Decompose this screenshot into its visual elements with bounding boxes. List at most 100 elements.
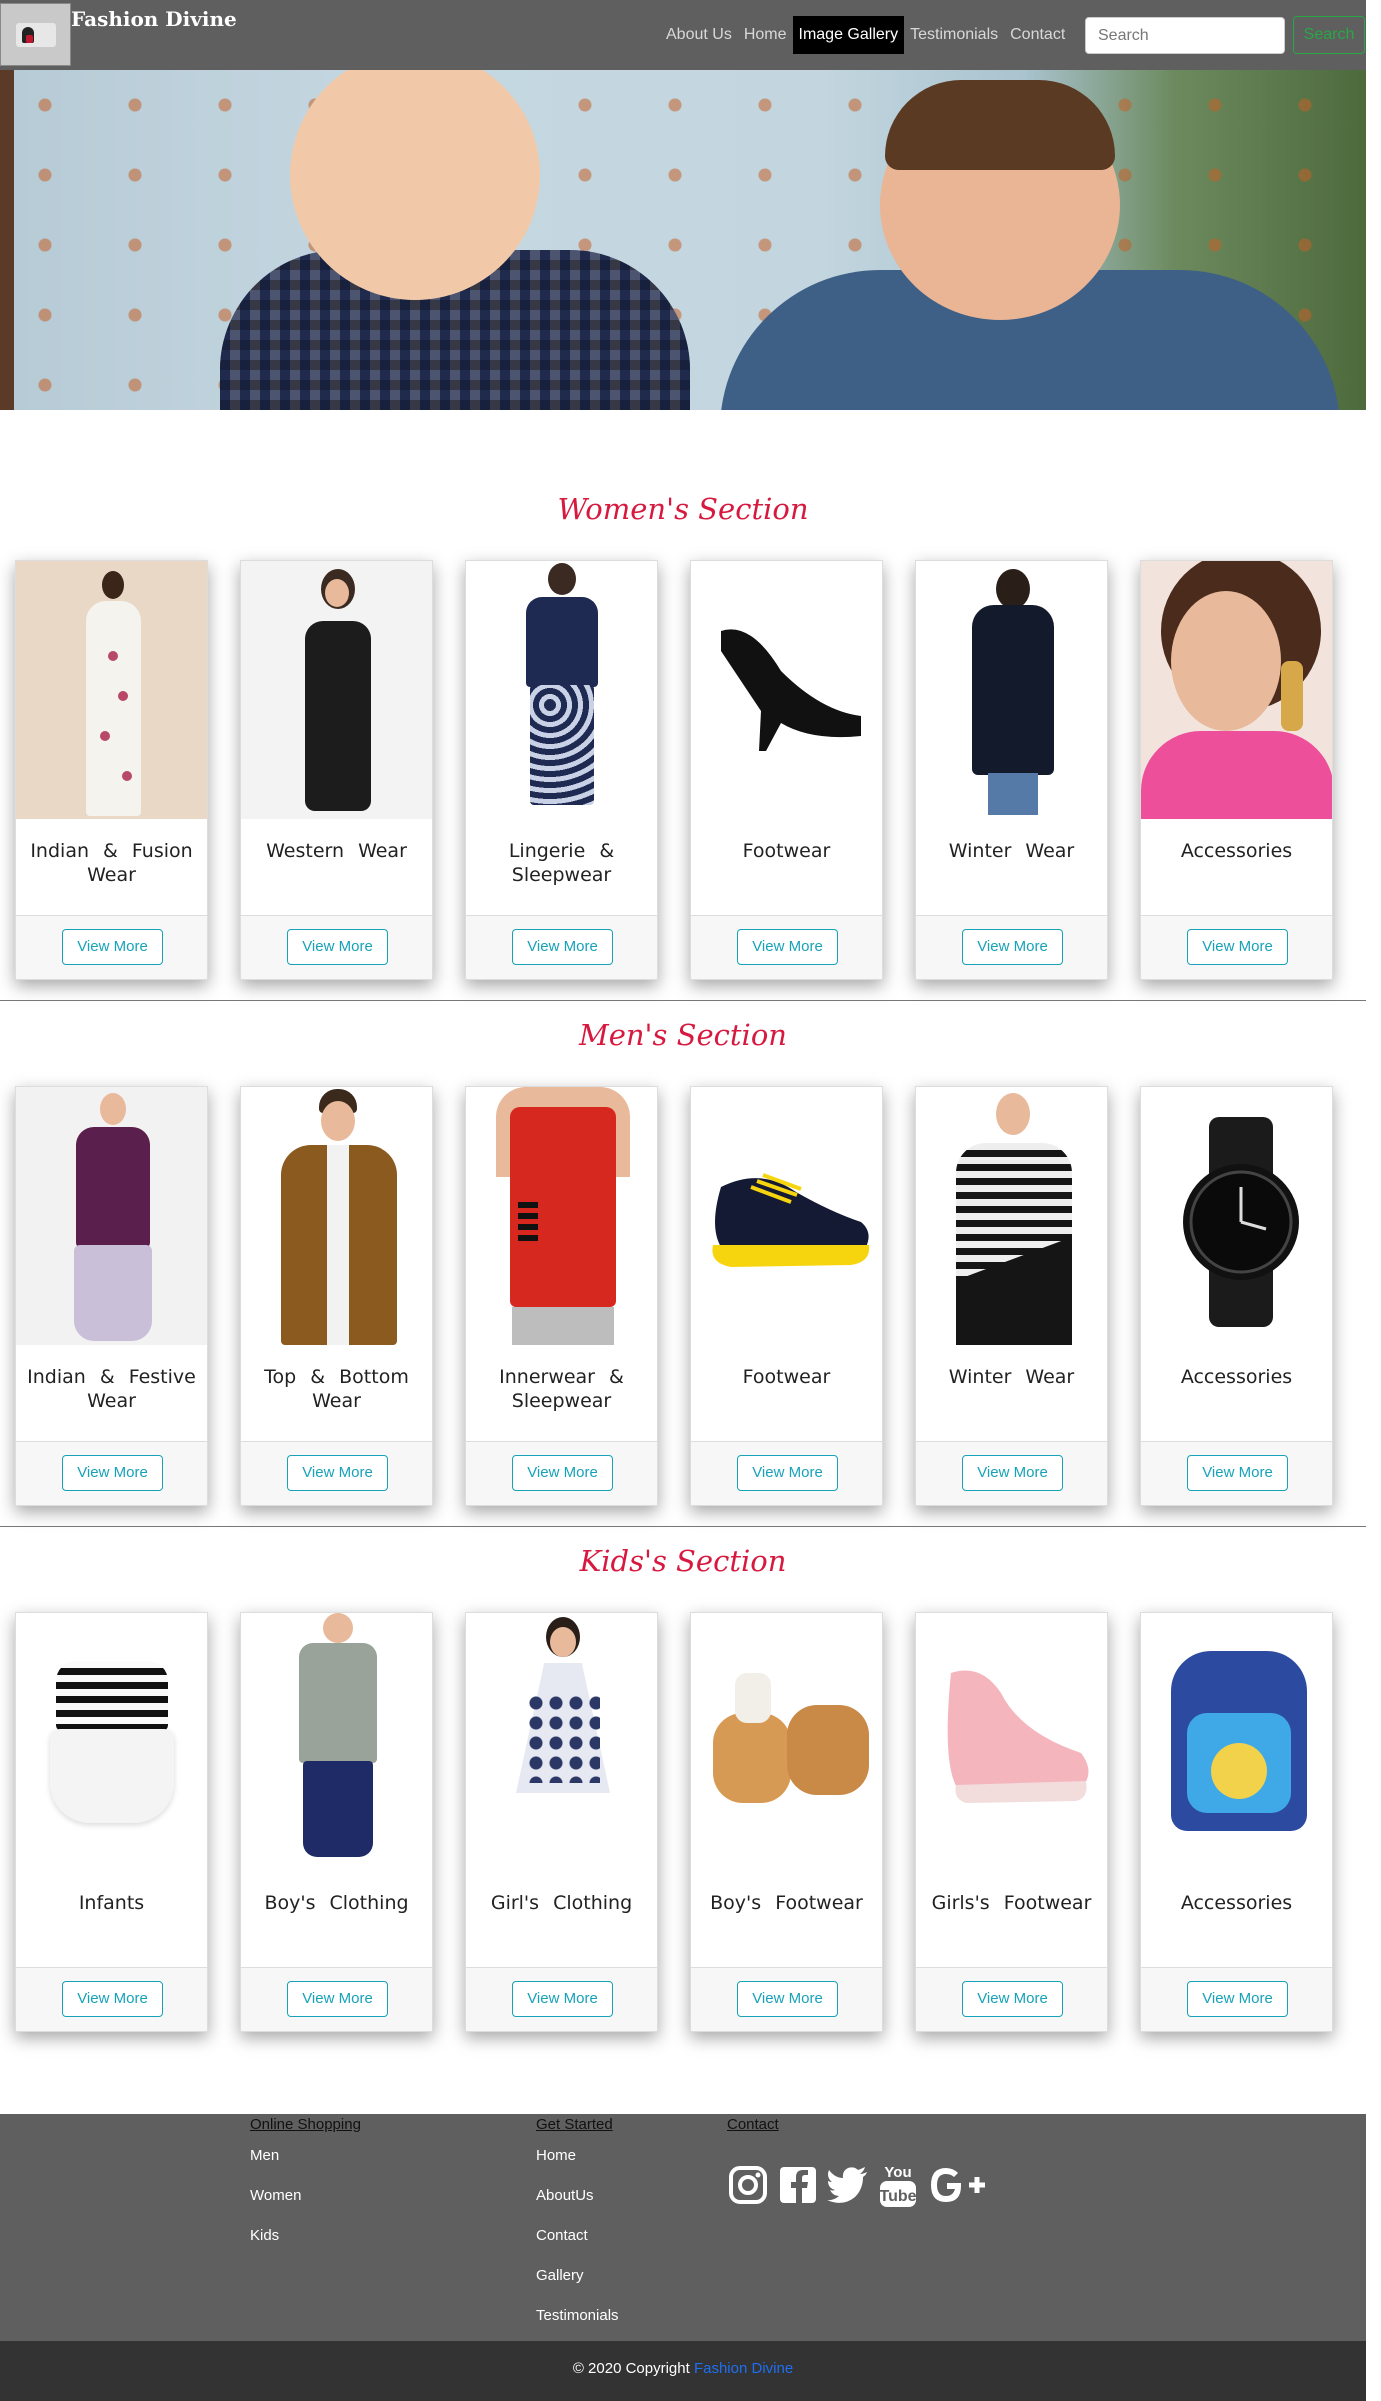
brand-name[interactable]: Fashion Divine [71,7,237,31]
footer-link-gallery[interactable]: Gallery [536,2256,619,2296]
product-image[interactable] [241,1613,432,1871]
view-more-button[interactable]: View More [62,1455,163,1491]
brand-logo[interactable] [0,3,71,66]
hero-baby-left [190,70,750,410]
logo-mark-icon [15,22,56,47]
card-women-western: Western Wear View More [240,560,433,980]
search-button[interactable]: Search [1293,16,1365,54]
wristwatch-icon [1183,1117,1299,1327]
view-more-button[interactable]: View More [512,1455,613,1491]
footer-heading[interactable]: Get Started [536,2114,619,2136]
view-more-button[interactable]: View More [962,1981,1063,2017]
nav-link-about-us[interactable]: About Us [660,16,738,54]
copyright-bar: © 2020 Copyright Fashion Divine [0,2341,1366,2401]
view-more-button[interactable]: View More [512,929,613,965]
view-more-button[interactable]: View More [287,929,388,965]
product-image[interactable] [1141,561,1332,819]
card-label: Boy's Footwear [710,1892,863,1914]
section-divider [0,1526,1366,1527]
nav-link-testimonials[interactable]: Testimonials [904,16,1004,54]
social-icons: You Tube [727,2164,991,2207]
product-image[interactable] [466,561,657,819]
heel-shoe-icon [721,629,861,751]
card-label: Accessories [1180,1892,1293,1914]
view-more-button[interactable]: View More [512,1981,613,2017]
card-men-winter: Winter Wear View More [915,1086,1108,1506]
navbar: Fashion Divine About Us Home Image Galle… [0,0,1366,70]
card-kids-girls-clothing: Girl's Clothing View More [465,1612,658,2032]
card-label: Lingerie & Sleepwear [508,840,615,886]
card-label: Western Wear [266,840,407,862]
nav-links: About Us Home Image Gallery Testimonials… [660,16,1071,54]
card-label: Girl's Clothing [490,1892,633,1914]
product-image[interactable] [1141,1613,1332,1871]
product-image[interactable] [16,1087,207,1345]
footer-link-women[interactable]: Women [250,2176,361,2216]
card-kids-boys-footwear: Boy's Footwear View More [690,1612,883,2032]
footer-link-men[interactable]: Men [250,2136,361,2176]
footer-heading[interactable]: Online Shopping [250,2114,361,2136]
product-image[interactable] [241,561,432,819]
view-more-button[interactable]: View More [962,929,1063,965]
view-more-button[interactable]: View More [287,1981,388,2017]
card-kids-infants: Infants View More [15,1612,208,2032]
nav-link-home[interactable]: Home [738,16,793,54]
product-image[interactable] [691,1087,882,1345]
view-more-button[interactable]: View More [962,1455,1063,1491]
view-more-button[interactable]: View More [737,929,838,965]
product-image[interactable] [466,1613,657,1871]
product-image[interactable] [1141,1087,1332,1345]
card-men-top-bottom: Top & Bottom Wear View More [240,1086,433,1506]
card-label: Indian & Fusion Wear [30,840,193,886]
footer-link-testimonials[interactable]: Testimonials [536,2296,619,2336]
section-divider [0,1000,1366,1001]
product-image[interactable] [241,1087,432,1345]
nav-link-image-gallery[interactable]: Image Gallery [792,16,905,54]
svg-text:Tube: Tube [879,2188,916,2205]
card-women-footwear: Footwear View More [690,560,883,980]
copyright-brand-link[interactable]: Fashion Divine [694,2360,793,2377]
footer-get-started: Get Started Home AboutUs Contact Gallery… [536,2114,619,2336]
pink-shoe-icon [947,1670,1089,1803]
youtube-icon[interactable]: You Tube [877,2164,919,2207]
card-women-lingerie: Lingerie & Sleepwear View More [465,560,658,980]
card-label: Top & Bottom Wear [264,1366,409,1412]
card-label: Infants [78,1892,145,1914]
footer-link-kids[interactable]: Kids [250,2216,361,2256]
footer-link-home[interactable]: Home [536,2136,619,2176]
view-more-button[interactable]: View More [1187,1981,1288,2017]
view-more-button[interactable]: View More [1187,1455,1288,1491]
product-image[interactable] [466,1087,657,1345]
section-title-men: Men's Section [579,1018,787,1052]
footer-contact: Contact [727,2114,779,2136]
card-men-innerwear: Innerwear & Sleepwear View More [465,1086,658,1506]
nav-link-contact[interactable]: Contact [1004,16,1071,54]
product-image[interactable] [691,1613,882,1871]
twitter-icon[interactable] [827,2164,869,2206]
product-image[interactable] [691,561,882,819]
footer-link-contact[interactable]: Contact [536,2216,619,2256]
view-more-button[interactable]: View More [1187,929,1288,965]
facebook-icon[interactable] [777,2164,819,2206]
card-kids-girls-footwear: Girls's Footwear View More [915,1612,1108,2032]
footer-link-aboutus[interactable]: AboutUs [536,2176,619,2216]
card-label: Innerwear & Sleepwear [499,1366,624,1412]
copyright-text: © 2020 Copyright [572,2360,690,2377]
product-image[interactable] [916,1087,1107,1345]
product-image[interactable] [916,561,1107,819]
view-more-button[interactable]: View More [62,929,163,965]
instagram-icon[interactable] [727,2164,769,2206]
product-image[interactable] [16,1613,207,1871]
card-label: Boy's Clothing [264,1892,409,1914]
hero-baby-right [720,70,1340,410]
view-more-button[interactable]: View More [62,1981,163,2017]
footer-heading[interactable]: Contact [727,2114,779,2136]
view-more-button[interactable]: View More [737,1455,838,1491]
product-image[interactable] [916,1613,1107,1871]
product-image[interactable] [16,561,207,819]
search-input[interactable] [1085,17,1285,54]
google-plus-icon[interactable] [927,2164,991,2206]
view-more-button[interactable]: View More [287,1455,388,1491]
view-more-button[interactable]: View More [737,1981,838,2017]
card-men-accessories: Accessories View More [1140,1086,1333,1506]
